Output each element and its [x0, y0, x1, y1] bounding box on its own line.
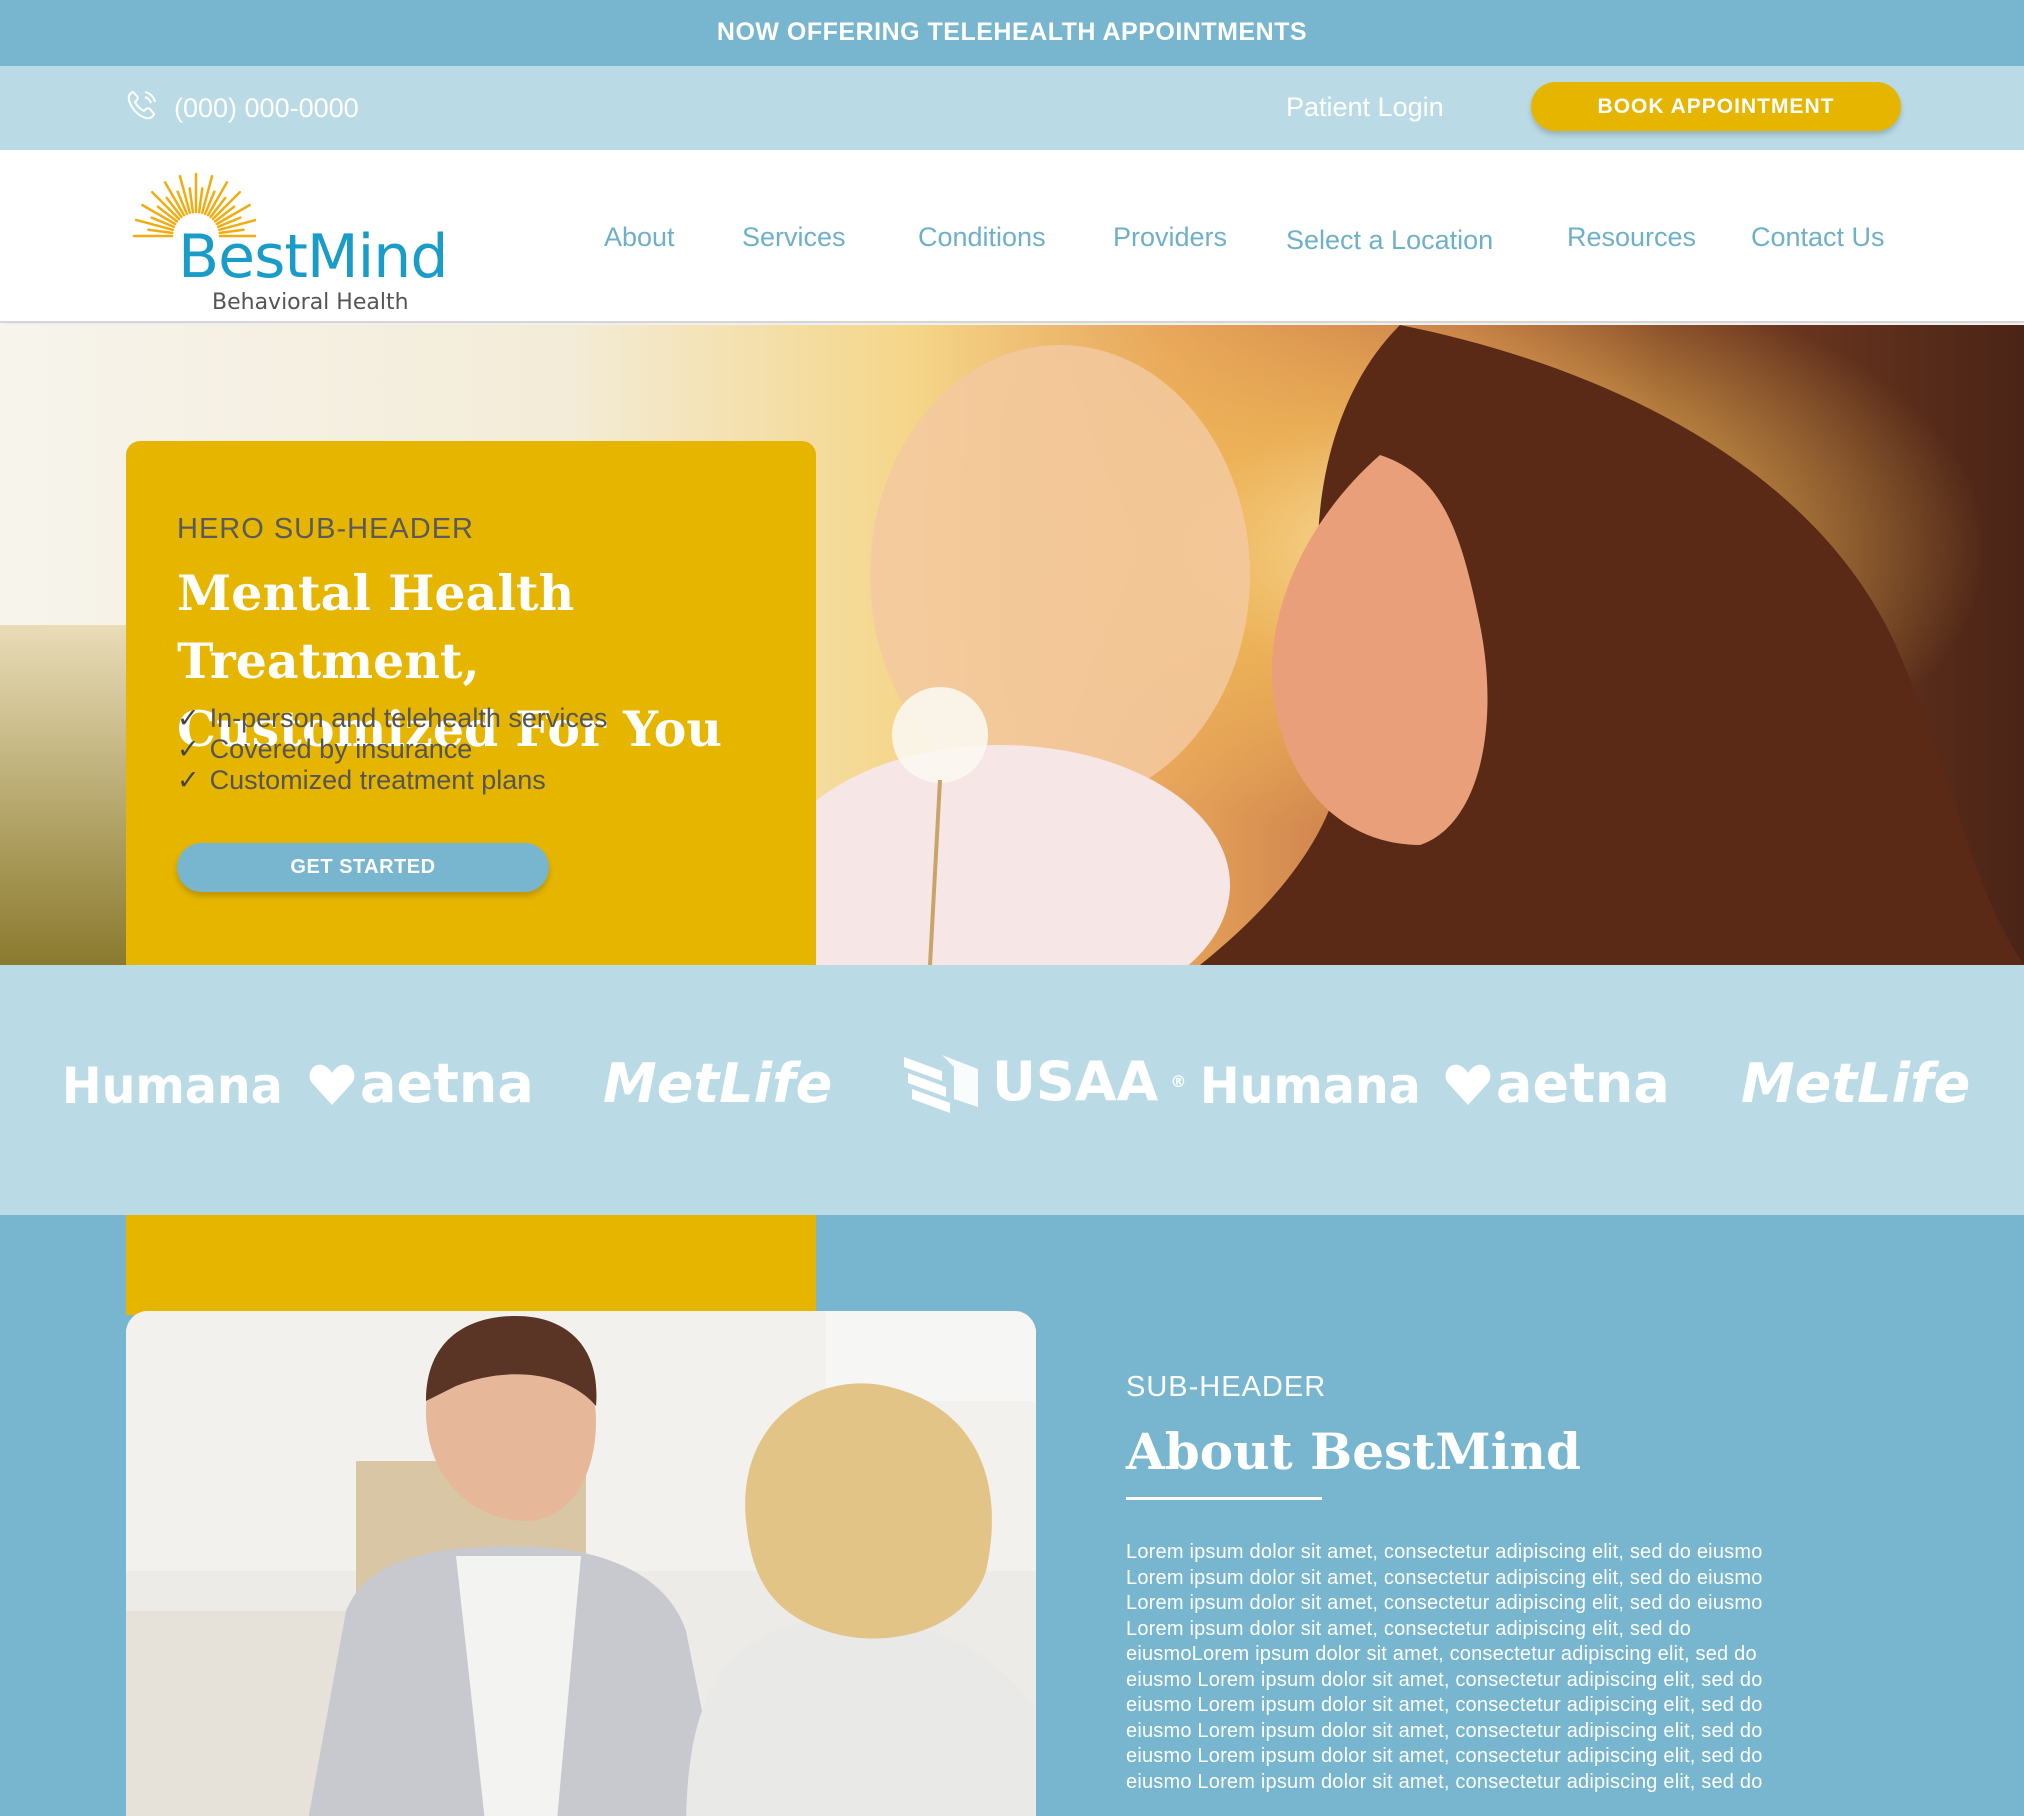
- about-subheader: SUB-HEADER: [1126, 1371, 1327, 1403]
- page: NOW OFFERING TELEHEALTH APPOINTMENTS (00…: [0, 0, 2024, 1816]
- get-started-button[interactable]: GET STARTED: [177, 843, 549, 892]
- about-accent-block: [126, 1215, 816, 1315]
- nav-contact-us[interactable]: Contact Us: [1751, 222, 1885, 253]
- about-body: Lorem ipsum dolor sit amet, consectetur …: [1126, 1540, 1886, 1795]
- about-text: SUB-HEADER About BestMind Lorem ipsum do…: [1126, 1371, 1886, 1795]
- about-body-line: Lorem ipsum dolor sit amet, consectetur …: [1126, 1541, 1763, 1563]
- insurance-logos-band: Humana aetna MetLife USAA ® Humana aetna: [0, 965, 2024, 1215]
- hero: HERO SUB-HEADER Mental Health Treatment,…: [0, 325, 2024, 965]
- nav-services[interactable]: Services: [742, 222, 846, 253]
- phone-number: (000) 000-0000: [174, 92, 359, 123]
- about-body-line: eiusmo Lorem ipsum dolor sit amet, conse…: [1126, 1694, 1763, 1716]
- utility-bar: (000) 000-0000 Patient Login BOOK APPOIN…: [0, 66, 2024, 150]
- insurer-logo-usaa: USAA ®: [902, 1051, 1186, 1113]
- insurer-logo-metlife: MetLife: [1741, 1057, 1970, 1111]
- insurer-logo-aetna: aetna: [308, 1057, 534, 1111]
- announcement-bar: NOW OFFERING TELEHEALTH APPOINTMENTS: [0, 0, 2024, 66]
- insurer-name: MetLife: [1741, 1052, 1971, 1115]
- hero-bullet: In-person and telehealth services: [177, 703, 608, 734]
- nav-providers[interactable]: Providers: [1113, 222, 1227, 253]
- nav-select-location[interactable]: Select a Location: [1286, 225, 1493, 256]
- insurer-logo-metlife: MetLife: [603, 1057, 832, 1111]
- site-header: BestMind Behavioral Health About Service…: [0, 150, 2024, 323]
- about-body-line: eiusmo Lorem ipsum dolor sit amet, conse…: [1126, 1719, 1763, 1742]
- insurer-logo-humana: Humana: [62, 1061, 283, 1111]
- about-body-line: eiusmoLorem ipsum dolor sit amet, consec…: [1126, 1643, 1757, 1665]
- nav-about[interactable]: About: [604, 222, 675, 253]
- heart-icon: [309, 1064, 355, 1105]
- phone-link[interactable]: (000) 000-0000: [124, 90, 359, 126]
- insurer-name: MetLife: [603, 1052, 833, 1115]
- logo-name: BestMind: [178, 222, 448, 292]
- insurer-name: aetna: [360, 1052, 534, 1115]
- registered-mark: ®: [1170, 1072, 1187, 1091]
- phone-icon: [124, 87, 160, 130]
- insurer-name: aetna: [1496, 1052, 1670, 1115]
- insurer-name: Humana: [61, 1057, 283, 1115]
- insurer-logo-humana: Humana: [1200, 1061, 1421, 1111]
- about-title: About BestMind: [1126, 1422, 1581, 1481]
- insurer-name: Humana: [1199, 1057, 1421, 1115]
- book-appointment-button[interactable]: BOOK APPOINTMENT: [1531, 82, 1901, 131]
- hero-bullet-list: In-person and telehealth services Covere…: [177, 703, 608, 796]
- therapy-session-photo: [126, 1311, 1036, 1816]
- about-body-line: eiusmo Lorem ipsum dolor sit amet, conse…: [1126, 1770, 1763, 1793]
- about-body-line: eiusmo Lorem ipsum dolor sit amet, conse…: [1126, 1668, 1763, 1691]
- about-body-line: Lorem ipsum dolor sit amet, consectetur …: [1126, 1566, 1763, 1589]
- logo-tagline: Behavioral Health: [212, 290, 409, 315]
- insurer-logo-aetna: aetna: [1444, 1057, 1670, 1111]
- patient-login-link[interactable]: Patient Login: [1286, 92, 1444, 123]
- heart-icon: [1445, 1064, 1491, 1105]
- about-body-line: Lorem ipsum dolor sit amet, consectetur …: [1126, 1617, 1692, 1640]
- insurer-name: USAA: [992, 1050, 1159, 1113]
- about-image: [126, 1311, 1036, 1816]
- eagle-icon: [904, 1055, 978, 1113]
- hero-card: HERO SUB-HEADER Mental Health Treatment,…: [126, 441, 816, 965]
- about-body-line: Lorem ipsum dolor sit amet, consectetur …: [1126, 1592, 1763, 1614]
- nav-resources[interactable]: Resources: [1567, 222, 1696, 253]
- hero-subheader: HERO SUB-HEADER: [177, 513, 474, 545]
- hero-bullet: Covered by insurance: [177, 734, 607, 765]
- nav-conditions[interactable]: Conditions: [918, 222, 1046, 253]
- about-section: SUB-HEADER About BestMind Lorem ipsum do…: [0, 1215, 2024, 1816]
- hero-bullet: Customized treatment plans: [177, 765, 607, 796]
- about-divider: [1126, 1497, 1322, 1500]
- about-body-line: eiusmo Lorem ipsum dolor sit amet, conse…: [1126, 1745, 1763, 1767]
- logo[interactable]: BestMind Behavioral Health: [126, 164, 466, 315]
- announcement-text: NOW OFFERING TELEHEALTH APPOINTMENTS: [716, 18, 1308, 46]
